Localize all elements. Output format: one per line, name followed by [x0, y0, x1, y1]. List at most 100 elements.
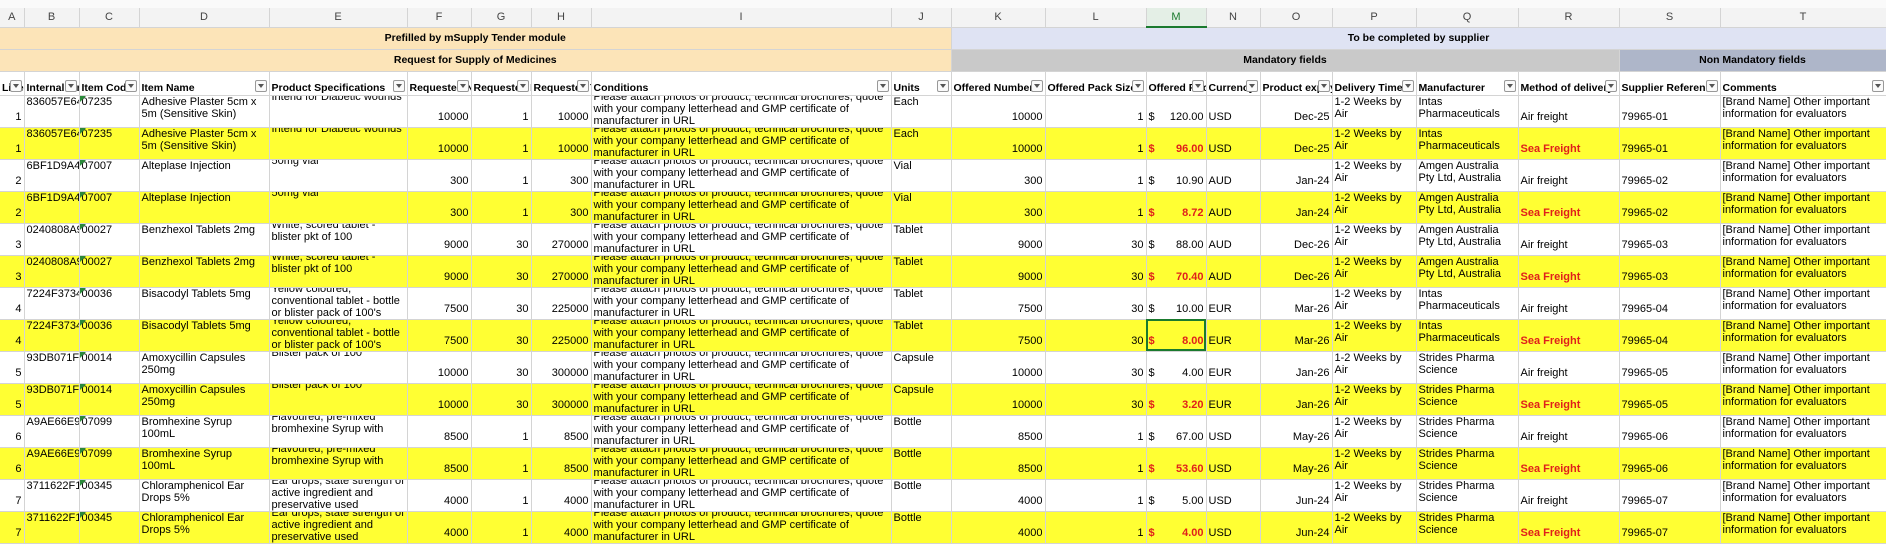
offered-pack-cell[interactable]: 30 [1045, 255, 1147, 288]
supplier-ref-cell[interactable]: 79965-02 [1619, 159, 1721, 192]
delivery-cell[interactable]: 1-2 Weeks by Air [1332, 223, 1417, 256]
offered-price-cell[interactable]: $5.00 [1146, 479, 1207, 512]
expiry-cell[interactable]: Dec-26 [1260, 223, 1333, 256]
supplier-ref-cell[interactable]: 79965-02 [1619, 191, 1721, 224]
line-cell[interactable]: 1 [0, 95, 25, 128]
filter-dropdown-icon[interactable] [1131, 79, 1144, 92]
internal-line-cell[interactable]: 0240808A9612 [24, 223, 80, 256]
spec-cell[interactable]: Yellow coloured, conventional tablet - b… [269, 319, 408, 352]
delivery-cell[interactable]: 1-2 Weeks by Air [1332, 415, 1417, 448]
requested-number-cell[interactable]: 300 [407, 191, 472, 224]
internal-line-cell[interactable]: 7224F373406F [24, 287, 80, 320]
offered-price-cell[interactable]: $10.90 [1146, 159, 1207, 192]
offered-number-cell[interactable]: 10000 [951, 95, 1046, 128]
manufacturer-cell[interactable]: Intas Pharmaceuticals [1416, 287, 1519, 320]
item-name-cell[interactable]: Amoxycillin Capsules 250mg [139, 383, 270, 416]
units-cell[interactable]: Bottle [891, 511, 952, 544]
method-cell[interactable]: Air freight [1518, 415, 1620, 448]
internal-line-cell[interactable]: 6BF1D9A4DB37 [24, 191, 80, 224]
requested-total-cell[interactable]: 8500 [531, 415, 592, 448]
requested-number-cell[interactable]: 9000 [407, 223, 472, 256]
method-cell[interactable]: Sea Freight [1518, 191, 1620, 224]
offered-pack-cell[interactable]: 1 [1045, 191, 1147, 224]
offered-number-cell[interactable]: 4000 [951, 511, 1046, 544]
filter-dropdown-icon[interactable] [254, 79, 267, 92]
filter-dropdown-icon[interactable] [876, 79, 889, 92]
column-letter-b[interactable]: B [24, 8, 80, 28]
requested-number-cell[interactable]: 10000 [407, 351, 472, 384]
item-code-cell[interactable]: 00345 [79, 479, 140, 512]
method-cell[interactable]: Sea Freight [1518, 127, 1620, 160]
column-letter-k[interactable]: K [951, 8, 1046, 28]
item-name-cell[interactable]: Benzhexol Tablets 2mg [139, 255, 270, 288]
method-cell[interactable]: Air freight [1518, 479, 1620, 512]
offered-price-cell[interactable]: $96.00 [1146, 127, 1207, 160]
manufacturer-cell[interactable]: Amgen Australia Pty Ltd, Australia [1416, 191, 1519, 224]
supplier-ref-cell[interactable]: 79965-07 [1619, 511, 1721, 544]
expiry-cell[interactable]: Dec-25 [1260, 95, 1333, 128]
units-cell[interactable]: Capsule [891, 351, 952, 384]
offered-price-cell[interactable]: $8.00 [1146, 319, 1207, 352]
requested-total-cell[interactable]: 225000 [531, 287, 592, 320]
line-cell[interactable]: 4 [0, 287, 25, 320]
item-code-cell[interactable]: 07007 [79, 159, 140, 192]
requested-pack-cell[interactable]: 1 [471, 479, 532, 512]
line-cell[interactable]: 7 [0, 479, 25, 512]
item-name-cell[interactable]: Alteplase Injection [139, 159, 270, 192]
item-name-cell[interactable]: Alteplase Injection [139, 191, 270, 224]
method-cell[interactable]: Sea Freight [1518, 447, 1620, 480]
column-letter-r[interactable]: R [1518, 8, 1620, 28]
expiry-cell[interactable]: Mar-26 [1260, 319, 1333, 352]
manufacturer-cell[interactable]: Amgen Australia Pty Ltd, Australia [1416, 223, 1519, 256]
conditions-cell[interactable]: Please attach photos of product, technic… [591, 223, 892, 256]
currency-cell[interactable]: EUR [1206, 319, 1261, 352]
requested-pack-cell[interactable]: 1 [471, 447, 532, 480]
requested-number-cell[interactable]: 10000 [407, 383, 472, 416]
requested-pack-cell[interactable]: 30 [471, 223, 532, 256]
item-code-cell[interactable]: 00027 [79, 255, 140, 288]
requested-pack-cell[interactable]: 30 [471, 383, 532, 416]
manufacturer-cell[interactable]: Strides Pharma Science [1416, 479, 1519, 512]
requested-number-cell[interactable]: 10000 [407, 127, 472, 160]
comments-cell[interactable]: [Brand Name] Other important information… [1720, 287, 1886, 320]
spec-cell[interactable]: Intend for Diabetic wounds [269, 127, 408, 160]
requested-total-cell[interactable]: 8500 [531, 447, 592, 480]
supplier-ref-cell[interactable]: 79965-01 [1619, 95, 1721, 128]
requested-number-cell[interactable]: 9000 [407, 255, 472, 288]
filter-dropdown-icon[interactable] [124, 79, 137, 92]
comments-cell[interactable]: [Brand Name] Other important information… [1720, 479, 1886, 512]
column-letter-g[interactable]: G [471, 8, 532, 28]
spec-cell[interactable]: Ear drops, state strength of active ingr… [269, 511, 408, 544]
delivery-cell[interactable]: 1-2 Weeks by Air [1332, 255, 1417, 288]
delivery-cell[interactable]: 1-2 Weeks by Air [1332, 287, 1417, 320]
item-code-cell[interactable]: 07235 [79, 127, 140, 160]
requested-number-cell[interactable]: 7500 [407, 287, 472, 320]
requested-total-cell[interactable]: 225000 [531, 319, 592, 352]
column-letter-s[interactable]: S [1619, 8, 1721, 28]
method-cell[interactable]: Sea Freight [1518, 511, 1620, 544]
spec-cell[interactable]: Flavoured, pre-mixed bromhexine Syrup wi… [269, 447, 408, 480]
spec-cell[interactable]: Blister pack of 100 [269, 351, 408, 384]
supplier-ref-cell[interactable]: 79965-01 [1619, 127, 1721, 160]
requested-number-cell[interactable]: 4000 [407, 479, 472, 512]
units-cell[interactable]: Tablet [891, 319, 952, 352]
currency-cell[interactable]: AUD [1206, 223, 1261, 256]
manufacturer-cell[interactable]: Strides Pharma Science [1416, 383, 1519, 416]
offered-price-cell[interactable]: $88.00 [1146, 223, 1207, 256]
offered-price-cell[interactable]: $4.00 [1146, 511, 1207, 544]
filter-dropdown-icon[interactable] [1604, 79, 1617, 92]
internal-line-cell[interactable]: 836057E64665 [24, 95, 80, 128]
offered-number-cell[interactable]: 8500 [951, 415, 1046, 448]
column-letter-h[interactable]: H [531, 8, 592, 28]
method-cell[interactable]: Air freight [1518, 159, 1620, 192]
expiry-cell[interactable]: May-26 [1260, 447, 1333, 480]
currency-cell[interactable]: USD [1206, 511, 1261, 544]
spec-cell[interactable]: Intend for Diabetic wounds [269, 95, 408, 128]
item-code-cell[interactable]: 00345 [79, 511, 140, 544]
delivery-cell[interactable]: 1-2 Weeks by Air [1332, 191, 1417, 224]
comments-cell[interactable]: [Brand Name] Other important information… [1720, 511, 1886, 544]
offered-price-cell[interactable]: $67.00 [1146, 415, 1207, 448]
requested-pack-cell[interactable]: 30 [471, 255, 532, 288]
item-code-cell[interactable]: 07099 [79, 415, 140, 448]
filter-dropdown-icon[interactable] [1030, 79, 1043, 92]
